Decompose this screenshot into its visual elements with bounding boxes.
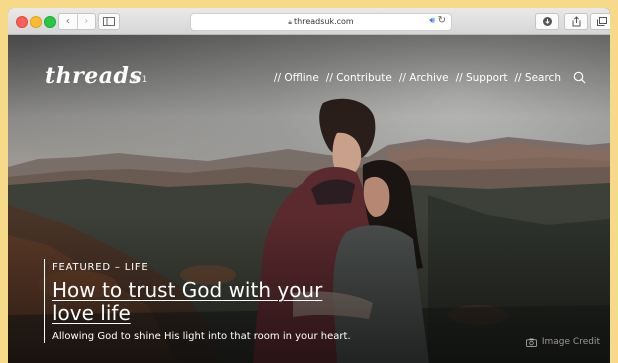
- chevron-left-icon: ‹: [65, 15, 70, 27]
- search-icon[interactable]: [573, 71, 586, 84]
- lock-icon: 🔒︎: [288, 18, 292, 26]
- maximize-window-button[interactable]: [44, 16, 56, 28]
- tabs-icon: [597, 17, 607, 26]
- image-credit-button[interactable]: Image Credit: [525, 337, 600, 347]
- site-logo[interactable]: threads: [45, 63, 142, 89]
- featured-subtitle: Allowing God to shine His light into tha…: [52, 331, 351, 342]
- tab-overview-button[interactable]: [590, 13, 610, 30]
- nav-search[interactable]: // Search: [515, 72, 562, 84]
- browser-window: ‹ › 🔒︎ threadsuk.com 🔊︎ ↻ threads 2.1 //…: [8, 8, 610, 363]
- address-bar[interactable]: 🔒︎ threadsuk.com 🔊︎ ↻: [190, 13, 452, 31]
- speaker-icon[interactable]: 🔊︎: [429, 16, 435, 26]
- downloads-button[interactable]: [535, 13, 559, 30]
- story-accent-rule: [44, 259, 45, 343]
- category-link[interactable]: LIFE: [125, 262, 149, 273]
- share-button[interactable]: [564, 13, 588, 30]
- camera-icon: [525, 338, 537, 347]
- history-navigation: ‹ ›: [58, 13, 96, 30]
- minimize-window-button[interactable]: [30, 16, 42, 28]
- main-navigation: // Offline // Contribute // Archive // S…: [274, 71, 586, 84]
- site-version: 2.1: [132, 75, 148, 85]
- download-icon: [542, 17, 552, 26]
- featured-tag: FEATURED – LIFE: [52, 262, 149, 273]
- featured-label: FEATURED: [52, 262, 111, 273]
- image-credit-label: Image Credit: [541, 337, 600, 347]
- web-page: threads 2.1 // Offline // Contribute // …: [8, 35, 610, 363]
- nav-support[interactable]: // Support: [456, 72, 508, 84]
- nav-archive[interactable]: // Archive: [399, 72, 449, 84]
- close-window-button[interactable]: [16, 16, 28, 28]
- back-button[interactable]: ‹: [59, 14, 77, 29]
- featured-title-link[interactable]: How to trust God with your love life: [52, 279, 362, 325]
- sidebar-icon: [103, 17, 115, 26]
- url-text: threadsuk.com: [294, 17, 354, 26]
- tag-separator: –: [114, 262, 121, 273]
- browser-toolbar: ‹ › 🔒︎ threadsuk.com 🔊︎ ↻: [8, 8, 610, 35]
- sidebar-toggle-button[interactable]: [98, 13, 120, 30]
- share-icon: [572, 16, 580, 27]
- chevron-right-icon: ›: [84, 15, 89, 27]
- nav-contribute[interactable]: // Contribute: [326, 72, 392, 84]
- forward-button[interactable]: ›: [76, 14, 96, 29]
- reload-icon[interactable]: ↻: [438, 15, 446, 26]
- nav-offline[interactable]: // Offline: [274, 72, 319, 84]
